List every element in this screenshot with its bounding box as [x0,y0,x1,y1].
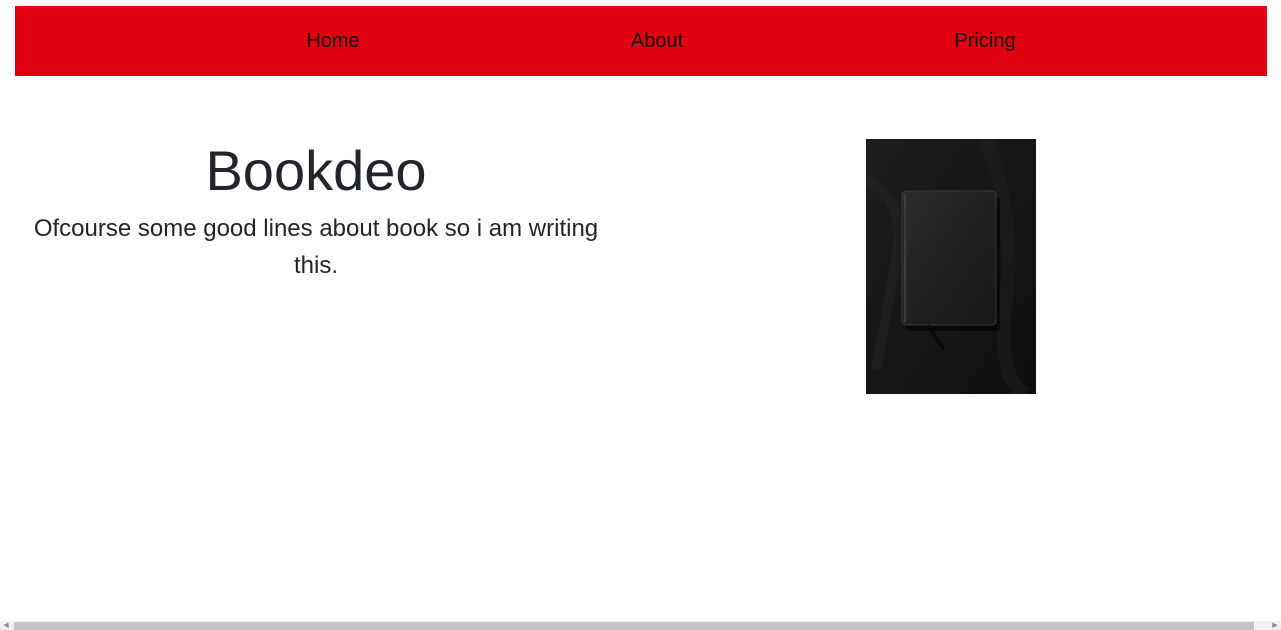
scroll-right-arrow-icon[interactable]: ▶ [1269,621,1281,630]
hero-subtitle: Ofcourse some good lines about book so i… [33,215,599,279]
scrollbar-thumb[interactable] [14,622,1254,630]
top-navbar: Home About Pricing [15,6,1267,76]
book-photo [866,139,1036,394]
hero-title: Bookdeo [205,139,427,202]
horizontal-scrollbar[interactable]: ◀ ▶ [0,621,1281,630]
book-icon [866,139,1036,394]
nav-link-about[interactable]: About [631,30,683,52]
nav-link-home[interactable]: Home [306,30,359,52]
hero-text: Bookdeo Ofcourse some good lines about b… [15,138,617,284]
page: Home About Pricing Bookdeo Ofcourse some… [0,0,1281,630]
nav-link-pricing[interactable]: Pricing [954,30,1015,52]
scroll-left-arrow-icon[interactable]: ◀ [0,621,12,630]
